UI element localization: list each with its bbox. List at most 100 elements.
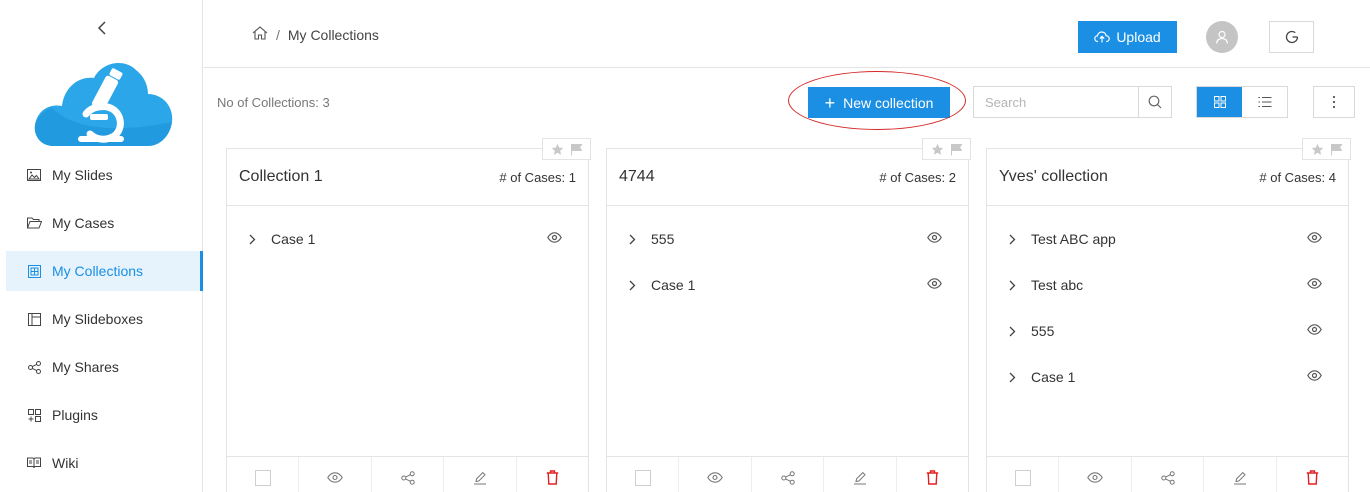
case-row[interactable]: Case 1 bbox=[607, 262, 968, 308]
sidebar-nav: My Slides My Cases My Collections My Sli… bbox=[6, 155, 203, 491]
home-icon[interactable] bbox=[252, 26, 268, 43]
chevron-right-icon[interactable] bbox=[249, 234, 261, 245]
more-options-button[interactable] bbox=[1313, 86, 1355, 118]
sidebar: My Slides My Cases My Collections My Sli… bbox=[0, 0, 203, 492]
case-row[interactable]: 555 bbox=[987, 308, 1348, 354]
flag-icon[interactable] bbox=[570, 143, 583, 156]
upload-button[interactable]: Upload bbox=[1078, 21, 1177, 53]
search-input[interactable] bbox=[974, 87, 1138, 117]
refresh-button[interactable] bbox=[1269, 21, 1314, 53]
case-name: 555 bbox=[1031, 323, 1055, 339]
image-icon bbox=[26, 167, 42, 183]
plugin-icon bbox=[26, 407, 42, 423]
chevron-right-icon[interactable] bbox=[1009, 280, 1021, 291]
eye-icon[interactable] bbox=[1307, 276, 1322, 294]
card-actions bbox=[607, 456, 968, 492]
eye-icon bbox=[1087, 472, 1103, 483]
star-icon[interactable] bbox=[1311, 143, 1324, 156]
select-checkbox-cell[interactable] bbox=[227, 457, 300, 492]
star-icon[interactable] bbox=[551, 143, 564, 156]
chevron-right-icon[interactable] bbox=[1009, 326, 1021, 337]
edit-collection-button[interactable] bbox=[444, 457, 517, 492]
case-count: # of Cases: 4 bbox=[1259, 169, 1336, 185]
eye-icon bbox=[327, 472, 343, 483]
select-checkbox[interactable] bbox=[634, 469, 651, 486]
sidebar-item-my-slides[interactable]: My Slides bbox=[6, 155, 203, 195]
avatar[interactable] bbox=[1206, 21, 1238, 53]
case-row[interactable]: 555 bbox=[607, 216, 968, 262]
chevron-left-icon bbox=[97, 21, 106, 35]
edit-collection-button[interactable] bbox=[824, 457, 897, 492]
sidebar-item-my-cases[interactable]: My Cases bbox=[6, 203, 203, 243]
card-header: 4744 # of Cases: 2 bbox=[607, 149, 968, 206]
plus-icon: + bbox=[824, 92, 836, 113]
sidebar-item-wiki[interactable]: Wiki bbox=[6, 443, 203, 483]
sidebar-item-my-shares[interactable]: My Shares bbox=[6, 347, 203, 387]
case-list: Test ABC app Test abc 555 Case 1 bbox=[987, 206, 1348, 400]
case-row[interactable]: Case 1 bbox=[227, 216, 588, 262]
case-name: Test ABC app bbox=[1031, 231, 1116, 247]
case-name: Test abc bbox=[1031, 277, 1084, 293]
chevron-right-icon[interactable] bbox=[1009, 372, 1021, 383]
view-collection-button[interactable] bbox=[679, 457, 752, 492]
share-icon bbox=[400, 470, 415, 485]
case-name: Case 1 bbox=[651, 277, 696, 293]
share-collection-button[interactable] bbox=[752, 457, 825, 492]
case-row[interactable]: Case 1 bbox=[987, 354, 1348, 400]
case-row[interactable]: Test abc bbox=[987, 262, 1348, 308]
sidebar-item-label: My Slideboxes bbox=[52, 311, 144, 327]
chevron-right-icon[interactable] bbox=[629, 280, 641, 291]
case-count: # of Cases: 2 bbox=[879, 169, 956, 185]
pencil-icon bbox=[853, 471, 866, 484]
trash-icon bbox=[546, 470, 559, 485]
chevron-right-icon[interactable] bbox=[629, 234, 641, 245]
share-icon bbox=[1160, 470, 1175, 485]
case-list: Case 1 bbox=[227, 206, 588, 262]
case-count: # of Cases: 1 bbox=[499, 169, 576, 185]
edit-collection-button[interactable] bbox=[1204, 457, 1277, 492]
select-checkbox-cell[interactable] bbox=[987, 457, 1060, 492]
sidebar-item-plugins[interactable]: Plugins bbox=[6, 395, 203, 435]
app-logo bbox=[32, 58, 174, 150]
sidebar-item-my-slideboxes[interactable]: My Slideboxes bbox=[6, 299, 203, 339]
select-checkbox[interactable] bbox=[254, 469, 271, 486]
select-checkbox-cell[interactable] bbox=[607, 457, 680, 492]
eye-icon[interactable] bbox=[927, 276, 942, 294]
case-row[interactable]: Test ABC app bbox=[987, 216, 1348, 262]
collections-count: No of Collections: 3 bbox=[217, 95, 330, 110]
sidebar-item-my-collections[interactable]: My Collections bbox=[6, 251, 203, 291]
delete-collection-button[interactable] bbox=[897, 457, 968, 492]
list-view-button[interactable] bbox=[1242, 87, 1287, 117]
user-icon bbox=[1215, 30, 1229, 44]
collection-title[interactable]: Yves' collection bbox=[999, 168, 1108, 186]
sidebar-item-label: Wiki bbox=[52, 455, 79, 471]
share-icon bbox=[26, 359, 42, 375]
share-collection-button[interactable] bbox=[1132, 457, 1205, 492]
trash-icon bbox=[926, 470, 939, 485]
flag-icon[interactable] bbox=[950, 143, 963, 156]
sidebar-item-label: My Cases bbox=[52, 215, 115, 231]
collection-title[interactable]: Collection 1 bbox=[239, 168, 323, 186]
collection-title[interactable]: 4744 bbox=[619, 168, 655, 186]
star-icon[interactable] bbox=[931, 143, 944, 156]
eye-icon[interactable] bbox=[1307, 368, 1322, 386]
select-checkbox[interactable] bbox=[1014, 469, 1031, 486]
search-button[interactable] bbox=[1138, 87, 1171, 117]
new-collection-button[interactable]: + New collection bbox=[808, 87, 950, 118]
card-header: Collection 1 # of Cases: 1 bbox=[227, 149, 588, 206]
view-collection-button[interactable] bbox=[1059, 457, 1132, 492]
eye-icon[interactable] bbox=[547, 230, 562, 248]
flag-icon[interactable] bbox=[1330, 143, 1343, 156]
grid-view-button[interactable] bbox=[1197, 87, 1242, 117]
eye-icon[interactable] bbox=[1307, 322, 1322, 340]
collapse-sidebar-button[interactable] bbox=[92, 16, 112, 40]
card-header: Yves' collection # of Cases: 4 bbox=[987, 149, 1348, 206]
share-collection-button[interactable] bbox=[372, 457, 445, 492]
pencil-icon bbox=[473, 471, 486, 484]
view-collection-button[interactable] bbox=[299, 457, 372, 492]
eye-icon[interactable] bbox=[1307, 230, 1322, 248]
chevron-right-icon[interactable] bbox=[1009, 234, 1021, 245]
eye-icon[interactable] bbox=[927, 230, 942, 248]
delete-collection-button[interactable] bbox=[1277, 457, 1348, 492]
delete-collection-button[interactable] bbox=[517, 457, 588, 492]
